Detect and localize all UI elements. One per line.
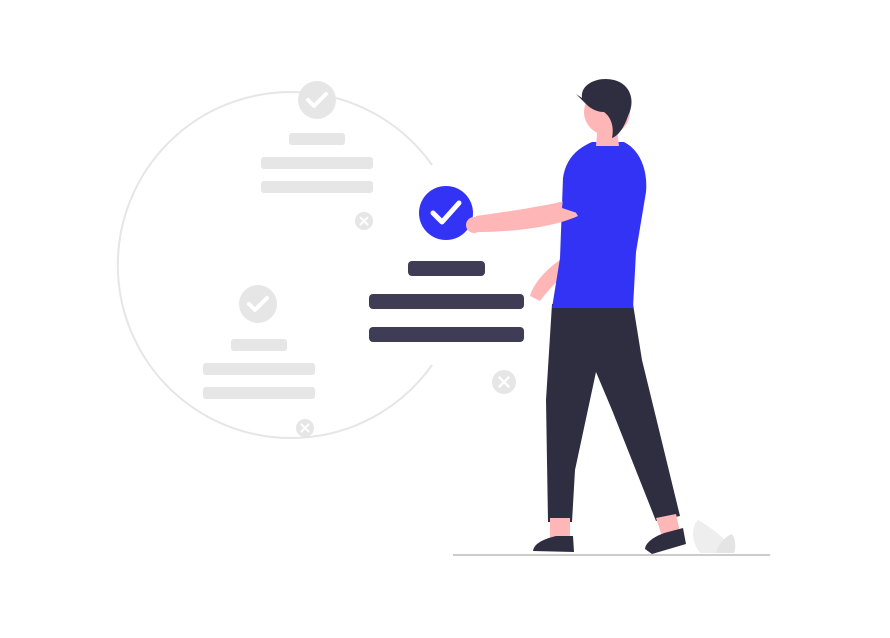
option-line-short [408, 261, 485, 276]
option-line-short [231, 339, 287, 351]
option-line-long [369, 327, 524, 342]
shirt [552, 142, 647, 308]
check-icon [298, 81, 336, 119]
background [0, 0, 890, 638]
ankle [550, 518, 570, 538]
option-line-long [203, 387, 315, 399]
illustration [0, 0, 890, 638]
check-icon [239, 285, 277, 323]
option-line-long [261, 157, 373, 169]
hand [466, 217, 482, 233]
option-line-long [369, 294, 524, 309]
option-line-long [203, 363, 315, 375]
option-line-short [289, 133, 345, 145]
option-line-long [261, 181, 373, 193]
check-icon [419, 186, 473, 240]
